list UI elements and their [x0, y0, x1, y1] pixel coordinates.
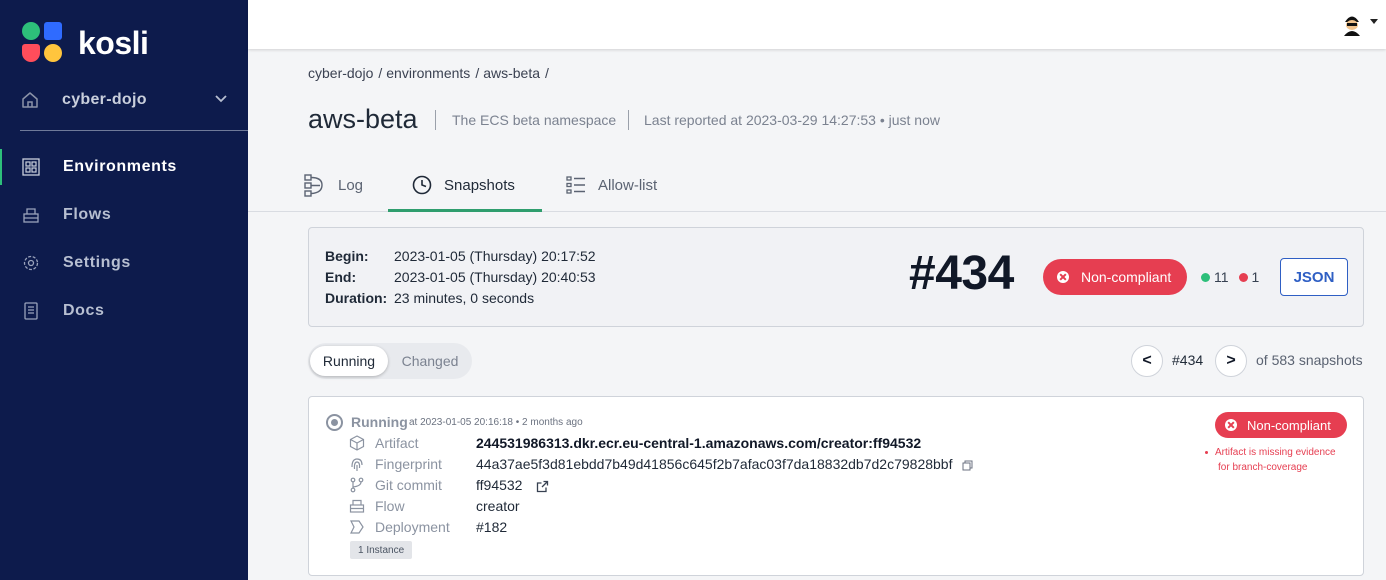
json-button[interactable]: JSON — [1280, 258, 1348, 296]
compliance-counts: 11 1 — [1201, 269, 1259, 285]
user-avatar-icon[interactable] — [1340, 12, 1364, 36]
environment-description: The ECS beta namespace — [452, 112, 617, 128]
grid-icon — [22, 158, 40, 176]
artifact-name[interactable]: 244531986313.dkr.ecr.eu-central-1.amazon… — [476, 435, 921, 451]
snapshot-end: End: 2023-01-05 (Thursday) 20:40:53 — [325, 269, 596, 285]
artifact-status-badge: Non-compliant — [1215, 412, 1347, 438]
sidebar-item-docs[interactable]: Docs — [0, 291, 248, 331]
snapshot-begin: Begin: 2023-01-05 (Thursday) 20:17:52 — [325, 248, 596, 264]
artifact-row: Artifact 244531986313.dkr.ecr.eu-central… — [349, 434, 921, 452]
breadcrumb: cyber-dojo / environments / aws-beta / — [308, 65, 549, 81]
snapshot-duration: Duration: 23 minutes, 0 seconds — [325, 290, 535, 306]
docs-icon — [24, 302, 38, 320]
flow-icon — [349, 499, 365, 513]
tab-label: Allow-list — [598, 176, 658, 194]
sidebar: kosli cyber-dojo Environments Flows Sett… — [0, 0, 248, 580]
breadcrumb-environments[interactable]: environments — [386, 65, 470, 81]
tab-label: Snapshots — [444, 176, 515, 194]
flow-row: Flow creator — [349, 497, 520, 515]
tab-bar: Log Snapshots Allow-list — [248, 160, 1386, 212]
snapshot-total: of 583 snapshots — [1256, 352, 1363, 368]
breadcrumb-env[interactable]: aws-beta — [483, 65, 540, 81]
artifact-started-meta: at 2023-01-05 20:16:18 • 2 months ago — [409, 417, 583, 428]
kosli-logo[interactable]: kosli — [22, 22, 149, 64]
tab-log[interactable]: Log — [304, 160, 374, 210]
snapshot-summary: Begin: 2023-01-05 (Thursday) 20:17:52 End… — [308, 227, 1364, 327]
last-reported: Last reported at 2023-03-29 14:27:53 • j… — [644, 112, 940, 128]
fingerprint-value: 44a37ae5f3d81ebdd7b49d41856c645f2b7afac0… — [476, 456, 973, 472]
flow-value[interactable]: creator — [476, 498, 520, 514]
instance-count-badge[interactable]: 1 Instance — [350, 541, 413, 559]
tab-allow-list[interactable]: Allow-list — [566, 160, 676, 210]
flow-icon — [23, 208, 39, 223]
tab-snapshots[interactable]: Snapshots — [388, 160, 542, 212]
org-name: cyber-dojo — [62, 91, 147, 108]
title-separator — [435, 110, 436, 130]
git-commit-value: ff94532 — [476, 477, 549, 493]
snapshot-number: #434 — [909, 247, 1014, 300]
fingerprint-row: Fingerprint 44a37ae5f3d81ebdd7b49d41856c… — [349, 455, 973, 473]
sidebar-item-environments[interactable]: Environments — [0, 147, 248, 187]
title-separator — [628, 110, 629, 130]
sidebar-item-label: Docs — [63, 302, 105, 319]
artifact-card: Running at 2023-01-05 20:16:18 • 2 month… — [308, 396, 1364, 576]
current-snapshot: #434 — [1172, 352, 1204, 368]
check-circle-icon — [1201, 272, 1210, 282]
top-bar — [248, 0, 1386, 49]
snapshot-status-badge: Non-compliant — [1043, 259, 1188, 295]
sidebar-item-label: Flows — [63, 206, 112, 223]
noncompliant-count: 1 — [1251, 269, 1260, 285]
sidebar-item-label: Environments — [63, 158, 177, 175]
logo-text: kosli — [78, 24, 149, 61]
toggle-changed[interactable]: Changed — [394, 346, 466, 376]
fingerprint-icon — [351, 458, 363, 471]
deployment-row: Deployment #182 — [349, 518, 507, 536]
breadcrumb-org[interactable]: cyber-dojo — [308, 65, 373, 81]
git-commit-row: Git commit ff94532 — [349, 476, 549, 494]
page-title: aws-beta — [308, 104, 418, 134]
sidebar-item-label: Settings — [63, 254, 131, 271]
sidebar-divider — [20, 130, 248, 131]
previous-snapshot-button[interactable]: < — [1131, 345, 1163, 377]
running-status-icon — [326, 414, 343, 431]
sidebar-item-settings[interactable]: Settings — [0, 243, 248, 283]
copy-icon[interactable] — [962, 460, 973, 471]
x-circle-icon — [1238, 272, 1248, 282]
x-circle-icon — [1225, 419, 1237, 431]
tab-label: Log — [338, 176, 364, 194]
compliant-count: 11 — [1214, 269, 1229, 285]
next-snapshot-button[interactable]: > — [1215, 345, 1247, 377]
logo-mark-icon — [22, 22, 64, 64]
artifact-state: Running — [351, 414, 408, 430]
git-branch-icon — [350, 477, 364, 493]
chevron-down-icon — [215, 95, 227, 103]
home-icon — [22, 92, 38, 108]
clock-icon — [412, 175, 432, 195]
compliance-reason: Artifact is missing evidence for branch-… — [1205, 445, 1336, 475]
external-link-icon[interactable] — [536, 480, 549, 493]
toggle-running[interactable]: Running — [310, 346, 388, 376]
sidebar-item-flows[interactable]: Flows — [0, 195, 248, 235]
list-icon — [566, 176, 585, 194]
deployment-icon — [350, 520, 364, 534]
running-changed-toggle: Running Changed — [308, 343, 472, 379]
deployment-value[interactable]: #182 — [476, 519, 507, 535]
gear-icon — [23, 255, 39, 271]
org-selector[interactable]: cyber-dojo — [20, 86, 230, 114]
log-icon — [304, 174, 323, 197]
x-circle-icon — [1057, 271, 1069, 283]
cube-icon — [349, 435, 365, 451]
user-menu-caret-icon[interactable] — [1370, 19, 1378, 24]
